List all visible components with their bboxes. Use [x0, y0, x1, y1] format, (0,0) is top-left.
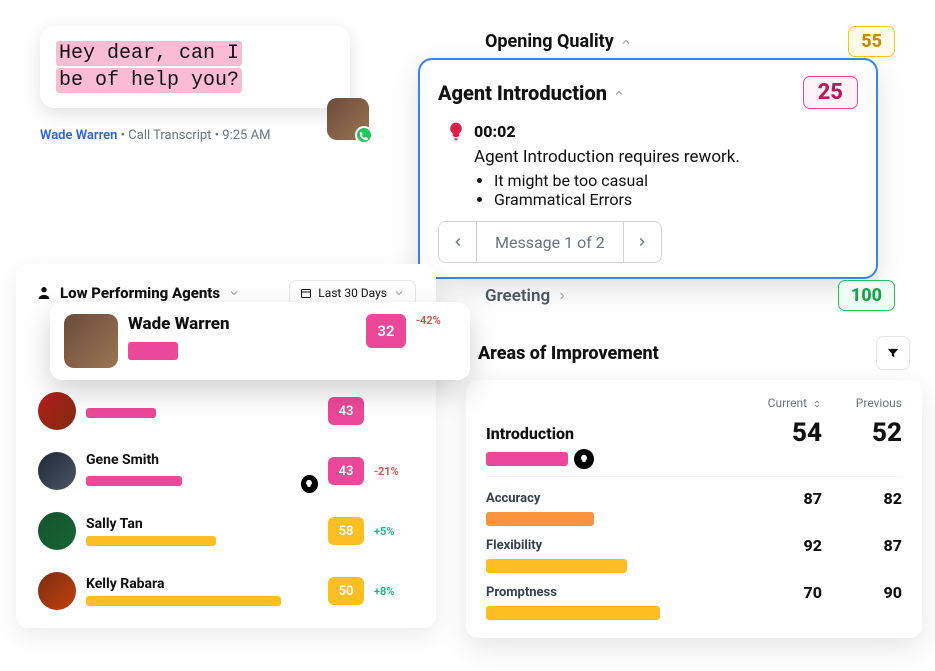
- low-performing-agents-card: Low Performing Agents Last 30 Days Wade …: [16, 264, 436, 628]
- transcript-meta: Wade Warren • Call Transcript • 9:25 AM: [40, 128, 350, 143]
- category-label: Opening Quality: [485, 31, 614, 52]
- intro-bullet: It might be too casual: [494, 171, 858, 190]
- chevron-right-icon: [635, 235, 649, 249]
- sort-icon: [812, 399, 822, 409]
- aoi-bar: [486, 559, 627, 573]
- agent-row-featured[interactable]: Wade Warren 32 -42%: [50, 302, 470, 380]
- lightbulb-icon: [446, 121, 466, 141]
- score-bar: [86, 476, 182, 486]
- aoi-col-previous[interactable]: Previous: [822, 396, 902, 410]
- agent-name: Wade Warren: [128, 314, 356, 334]
- agent-name: Kelly Rabara: [86, 576, 318, 592]
- phone-icon: [355, 126, 373, 144]
- agent-row[interactable]: Kelly Rabara 50 +8%: [28, 568, 424, 628]
- chevron-left-icon: [451, 235, 465, 249]
- score-pill-greeting: 100: [838, 280, 895, 311]
- score-pill-intro: 25: [803, 76, 858, 109]
- aoi-card: Current Previous Introduction 54 52 Accu…: [466, 380, 922, 638]
- intro-card-title-row[interactable]: Agent Introduction: [438, 81, 625, 105]
- avatar: [38, 392, 76, 430]
- agent-delta: +5%: [374, 525, 414, 538]
- agent-delta: -42%: [416, 314, 456, 327]
- transcript-bubble: Hey dear, can I be of help you?: [40, 26, 350, 108]
- aoi-title: Areas of Improvement: [478, 343, 659, 364]
- agent-avatar: [327, 98, 369, 140]
- avatar: [38, 452, 76, 490]
- score-pill-opening: 55: [848, 26, 895, 57]
- chevron-up-icon: [620, 36, 632, 48]
- lpa-title: Low Performing Agents: [60, 284, 220, 302]
- meta-time: 9:25 AM: [222, 128, 270, 143]
- aoi-bar: [486, 512, 594, 526]
- score-bar: [86, 536, 216, 546]
- category-label: Greeting: [485, 286, 550, 306]
- agent-name-link[interactable]: Wade Warren: [40, 128, 117, 143]
- aoi-current: 54: [742, 418, 822, 448]
- message-pager: Message 1 of 2: [438, 221, 662, 263]
- intro-summary: Agent Introduction requires rework.: [474, 147, 858, 167]
- agent-row[interactable]: Sally Tan 58 +5%: [28, 508, 424, 568]
- intro-timestamp: 00:02: [474, 122, 516, 141]
- aoi-bar: [486, 606, 660, 620]
- aoi-row-featured[interactable]: Introduction 54 52: [486, 418, 902, 466]
- filter-icon: [886, 346, 900, 360]
- aoi-current: 92: [742, 536, 822, 555]
- aoi-bar: [486, 452, 568, 466]
- score-bar: [86, 408, 156, 418]
- transcript-line-2: be of help you?: [56, 68, 242, 93]
- intro-bullet: Grammatical Errors: [494, 190, 858, 209]
- hint-bulb-icon[interactable]: [301, 475, 318, 493]
- pager-prev-button[interactable]: [439, 222, 477, 262]
- category-row-greeting[interactable]: Greeting 100: [481, 280, 899, 311]
- agent-introduction-card: Agent Introduction 25 00:02 Agent Introd…: [418, 58, 878, 279]
- score-bar: [86, 596, 281, 606]
- aoi-row[interactable]: Promptness 70 90: [486, 583, 902, 620]
- intro-bullets: It might be too casual Grammatical Error…: [494, 171, 858, 209]
- lpa-title-dropdown[interactable]: Low Performing Agents: [36, 284, 240, 302]
- aoi-col-current[interactable]: Current: [742, 396, 822, 410]
- agent-name: Sally Tan: [86, 516, 318, 532]
- pager-label: Message 1 of 2: [477, 233, 623, 252]
- date-range-label: Last 30 Days: [318, 286, 387, 300]
- agent-score: 43: [328, 457, 364, 485]
- aoi-previous: 52: [822, 418, 902, 448]
- chevron-up-icon: [613, 87, 625, 99]
- intro-card-title: Agent Introduction: [438, 81, 607, 105]
- aoi-previous: 87: [822, 536, 902, 555]
- score-bar: [128, 342, 178, 360]
- aoi-metric-name: Accuracy: [486, 491, 742, 506]
- agent-delta: -21%: [374, 465, 414, 478]
- hint-bulb-icon[interactable]: [574, 449, 594, 469]
- chevron-down-icon: [228, 287, 240, 299]
- aoi-metric-name: Flexibility: [486, 538, 742, 553]
- agent-name: Gene Smith: [86, 452, 159, 468]
- chevron-down-icon: [393, 287, 405, 299]
- aoi-previous: 82: [822, 489, 902, 508]
- agent-icon: [36, 285, 52, 301]
- avatar: [64, 314, 118, 368]
- chevron-right-icon: [556, 290, 568, 302]
- agent-delta: +8%: [374, 585, 414, 598]
- avatar: [38, 572, 76, 610]
- pager-next-button[interactable]: [623, 222, 661, 262]
- aoi-row[interactable]: Flexibility 92 87: [486, 536, 902, 573]
- aoi-metric-name: Promptness: [486, 585, 742, 600]
- filter-button[interactable]: [876, 336, 910, 370]
- aoi-current: 70: [742, 583, 822, 602]
- agent-row[interactable]: Gene Smith 43 -21%: [28, 448, 424, 508]
- aoi-row[interactable]: Accuracy 87 82: [486, 489, 902, 526]
- agent-row[interactable]: 43: [28, 388, 424, 448]
- transcript-block: Hey dear, can I be of help you? Wade War…: [40, 26, 350, 143]
- aoi-metric-name: Introduction: [486, 424, 742, 443]
- aoi-previous: 90: [822, 583, 902, 602]
- meta-label: Call Transcript: [128, 128, 211, 143]
- avatar: [38, 512, 76, 550]
- aoi-current: 87: [742, 489, 822, 508]
- aoi-header: Areas of Improvement: [478, 336, 910, 370]
- calendar-icon: [300, 287, 312, 299]
- category-row-opening[interactable]: Opening Quality 55: [481, 26, 899, 57]
- transcript-line-1: Hey dear, can I: [56, 41, 242, 66]
